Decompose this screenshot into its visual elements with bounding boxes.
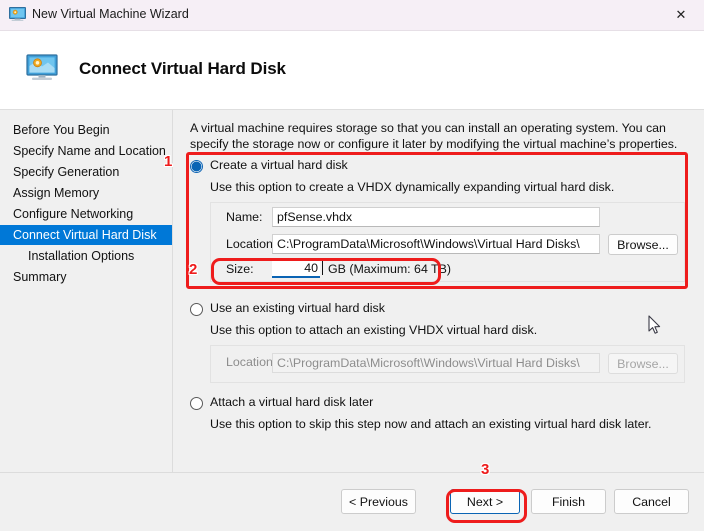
window-title: New Virtual Machine Wizard: [32, 7, 189, 21]
sidebar-item-configure-networking[interactable]: Configure Networking: [0, 204, 172, 224]
size-label: Size:: [226, 262, 254, 276]
finish-button[interactable]: Finish: [531, 489, 606, 514]
sidebar-item-connect-virtual-hard-disk[interactable]: Connect Virtual Hard Disk: [0, 225, 172, 245]
desc-use-existing-virtual-hard-disk: Use this option to attach an existing VH…: [210, 323, 538, 337]
page-header: Connect Virtual Hard Disk: [0, 31, 704, 110]
wizard-content: A virtual machine requires storage so th…: [174, 110, 704, 472]
cancel-button[interactable]: Cancel: [614, 489, 689, 514]
desc-create-virtual-hard-disk: Use this option to create a VHDX dynamic…: [210, 180, 615, 194]
virtual-machine-icon: [26, 54, 58, 80]
sidebar-item-before-you-begin[interactable]: Before You Begin: [0, 120, 172, 140]
wizard-footer: < Previous Next > Finish Cancel: [0, 472, 704, 531]
radio-create-virtual-hard-disk[interactable]: [190, 160, 203, 173]
existing-location-label: Location:: [226, 355, 277, 369]
radio-use-existing-virtual-hard-disk[interactable]: [190, 303, 203, 316]
existing-browse-button[interactable]: Browse...: [608, 353, 678, 374]
wizard-step-sidebar: Before You Begin Specify Name and Locati…: [0, 110, 173, 472]
titlebar: New Virtual Machine Wizard ✕: [0, 0, 704, 31]
new-virtual-machine-wizard-window: New Virtual Machine Wizard ✕ Connect Vir…: [0, 0, 704, 531]
location-label: Location:: [226, 237, 277, 251]
close-icon[interactable]: ✕: [658, 0, 704, 30]
sidebar-item-installation-options[interactable]: Installation Options: [0, 246, 172, 266]
body-area: Before You Begin Specify Name and Locati…: [0, 110, 704, 472]
size-suffix-label: GB (Maximum: 64 TB): [328, 262, 452, 276]
intro-text: A virtual machine requires storage so th…: [190, 121, 678, 151]
previous-button[interactable]: < Previous: [341, 489, 416, 514]
size-input[interactable]: 40: [272, 260, 320, 278]
sidebar-item-specify-generation[interactable]: Specify Generation: [0, 162, 172, 182]
next-button[interactable]: Next >: [450, 489, 520, 514]
page-title: Connect Virtual Hard Disk: [79, 59, 286, 78]
name-label: Name:: [226, 210, 263, 224]
sidebar-item-summary[interactable]: Summary: [0, 267, 172, 287]
virtual-machine-icon: [9, 7, 26, 21]
radio-attach-later[interactable]: [190, 397, 203, 410]
name-input[interactable]: pfSense.vhdx: [272, 207, 600, 227]
sidebar-item-specify-name-location[interactable]: Specify Name and Location: [0, 141, 172, 161]
label-attach-later[interactable]: Attach a virtual hard disk later: [210, 395, 373, 409]
browse-button[interactable]: Browse...: [608, 234, 678, 255]
label-create-virtual-hard-disk[interactable]: Create a virtual hard disk: [210, 158, 348, 172]
sidebar-item-assign-memory[interactable]: Assign Memory: [0, 183, 172, 203]
existing-location-input[interactable]: C:\ProgramData\Microsoft\Windows\Virtual…: [272, 353, 600, 373]
text-caret: [322, 260, 323, 275]
desc-attach-later: Use this option to skip this step now an…: [210, 417, 652, 431]
location-input[interactable]: C:\ProgramData\Microsoft\Windows\Virtual…: [272, 234, 600, 254]
label-use-existing-virtual-hard-disk[interactable]: Use an existing virtual hard disk: [210, 301, 385, 315]
